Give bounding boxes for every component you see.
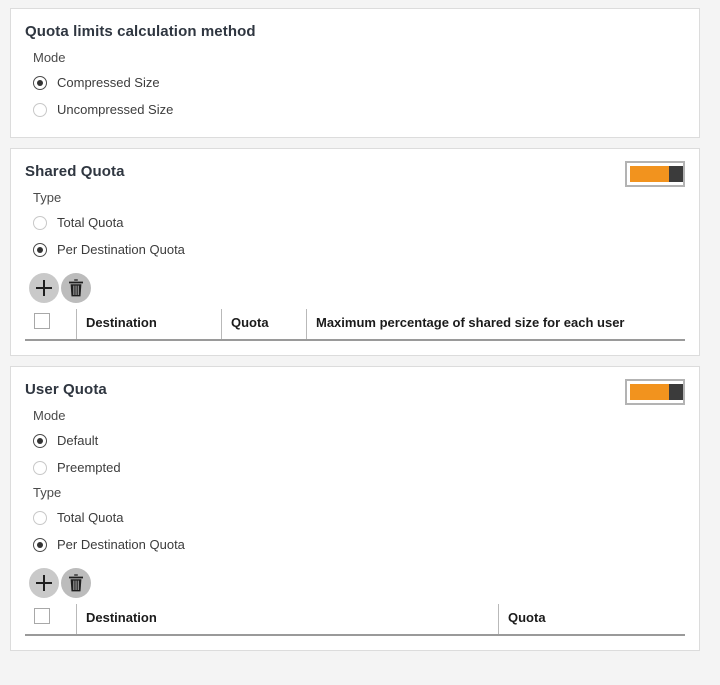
radio-option[interactable]: Total Quota <box>33 209 685 236</box>
radio-button[interactable] <box>33 510 47 525</box>
radio-option-label: Preempted <box>57 460 121 475</box>
radio-option[interactable]: Per Destination Quota <box>33 531 685 558</box>
radio-option[interactable]: Per Destination Quota <box>33 236 685 263</box>
radio-option-label: Total Quota <box>57 215 124 230</box>
radio-option-label: Uncompressed Size <box>57 102 174 117</box>
settings-panel-3: User Quota Mode Default Preempted Type Total … <box>10 366 700 651</box>
add-row-button[interactable] <box>29 568 59 598</box>
radio-button[interactable] <box>33 242 47 257</box>
radio-option-label: Total Quota <box>57 510 124 525</box>
quota-table-head: Destination Quota <box>25 604 685 636</box>
column-header-destination: Destination <box>76 309 222 341</box>
radio-option-label: Compressed Size <box>57 75 160 90</box>
group-label-mode: Mode <box>33 50 66 65</box>
add-row-button[interactable] <box>29 273 59 303</box>
delete-row-button[interactable] <box>61 273 91 303</box>
table-action-bar <box>29 568 685 598</box>
radio-option[interactable]: Total Quota <box>33 504 685 531</box>
group-label-type: Type <box>33 190 62 205</box>
radio-button[interactable] <box>33 433 47 448</box>
plus-icon <box>35 574 53 592</box>
column-header-quota: Quota <box>498 604 685 636</box>
panel-enable-toggle[interactable] <box>625 161 685 187</box>
radio-button[interactable] <box>33 460 47 475</box>
quota-table: Destination Quota Maximum percentage of sh… <box>25 309 685 341</box>
settings-page: Quota limits calculation method Mode Compr… <box>0 0 720 685</box>
table-action-bar <box>29 273 685 303</box>
panel-title: Quota limits calculation method <box>25 23 256 40</box>
panel-enable-toggle[interactable] <box>625 379 685 405</box>
column-header-maximum-percentage-of-shared-size-for-each-user: Maximum percentage of shared size for ea… <box>306 309 685 341</box>
panel-title: Shared Quota <box>25 163 125 180</box>
panel-title: User Quota <box>25 381 107 398</box>
panel-list: Quota limits calculation method Mode Compr… <box>10 8 700 651</box>
column-header-destination: Destination <box>76 604 499 636</box>
radio-option[interactable]: Preempted <box>33 454 685 481</box>
radio-button[interactable] <box>33 75 47 90</box>
radio-button[interactable] <box>33 537 47 552</box>
radio-option-label: Per Destination Quota <box>57 242 185 257</box>
radio-option-label: Default <box>57 433 99 448</box>
radio-option-label: Per Destination Quota <box>57 537 185 552</box>
toggle-knob <box>669 384 683 400</box>
column-header-quota: Quota <box>221 309 307 341</box>
toggle-track <box>630 384 669 400</box>
group-label-type: Type <box>33 485 62 500</box>
radio-option[interactable]: Default <box>33 427 685 454</box>
select-all-checkbox[interactable] <box>34 608 50 624</box>
trash-icon <box>68 279 84 297</box>
plus-icon <box>35 279 53 297</box>
quota-table: Destination Quota <box>25 604 685 636</box>
trash-icon <box>68 574 84 592</box>
settings-panel-1: Quota limits calculation method Mode Compr… <box>10 8 700 138</box>
group-label-mode: Mode <box>33 408 66 423</box>
quota-table-header-row: Destination Quota <box>25 604 685 636</box>
select-all-checkbox[interactable] <box>34 313 50 329</box>
delete-row-button[interactable] <box>61 568 91 598</box>
toggle-track <box>630 166 669 182</box>
quota-table-header-row: Destination Quota Maximum percentage of sh… <box>25 309 685 341</box>
settings-panel-2: Shared Quota Type Total Quota Per Destinati… <box>10 148 700 356</box>
select-all-column-header <box>25 604 77 636</box>
radio-option[interactable]: Uncompressed Size <box>33 96 685 123</box>
radio-option[interactable]: Compressed Size <box>33 69 685 96</box>
toggle-knob <box>669 166 683 182</box>
select-all-column-header <box>25 309 77 341</box>
radio-button[interactable] <box>33 215 47 230</box>
quota-table-head: Destination Quota Maximum percentage of sh… <box>25 309 685 341</box>
radio-button[interactable] <box>33 102 47 117</box>
